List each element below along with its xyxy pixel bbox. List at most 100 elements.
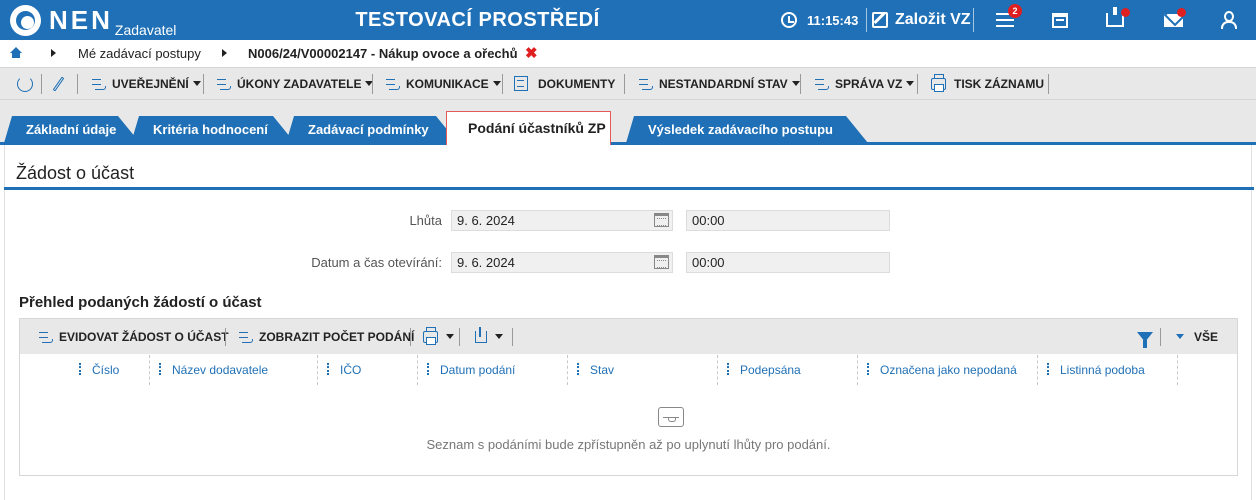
- menu-nonstandard-state-label: NESTANDARDNÍ STAV: [659, 76, 788, 91]
- column-header-supplier-name[interactable]: Název dodavatele: [172, 354, 268, 386]
- tab-evaluation-criteria[interactable]: Kritéria hodnocení: [131, 116, 295, 143]
- view-all-label: VŠE: [1194, 329, 1219, 344]
- tab-participant-submissions[interactable]: Podání účastníků ZP: [446, 111, 611, 146]
- menu-button[interactable]: 2: [990, 0, 1022, 40]
- toolbar-divider: [1160, 328, 1161, 346]
- column-menu-icon[interactable]: [327, 363, 329, 375]
- action-icon: [639, 78, 653, 90]
- print-record-button[interactable]: TISK ZÁZNAMU: [931, 68, 1044, 99]
- filter-button[interactable]: [1137, 319, 1153, 354]
- action-icon: [217, 78, 231, 90]
- calendar-icon[interactable]: [654, 255, 669, 269]
- column-menu-icon[interactable]: [727, 363, 729, 375]
- opening-label: Datum a čas otevírání:: [311, 255, 442, 270]
- column-header-status[interactable]: Stav: [590, 354, 614, 386]
- column-divider: [317, 355, 318, 385]
- caret-down-icon: [495, 334, 503, 339]
- chevron-right-icon: [51, 49, 56, 57]
- inbox-alert-dot: [1121, 8, 1130, 17]
- calendar-button[interactable]: [1045, 0, 1075, 40]
- deadline-time-value: 00:00: [692, 213, 725, 228]
- column-header-marked-not-submitted[interactable]: Označena jako nepodaná: [880, 354, 1017, 386]
- action-icon: [92, 78, 106, 90]
- deadline-time-field[interactable]: 00:00: [686, 210, 890, 231]
- grid-export-button[interactable]: [475, 319, 503, 354]
- menu-contractor-actions[interactable]: ÚKONY ZADAVATELE: [217, 68, 374, 99]
- column-header-signed[interactable]: Podepsána: [740, 354, 801, 386]
- create-contract-label: Založit VZ: [895, 11, 971, 28]
- caret-down-icon: [791, 81, 800, 86]
- column-menu-icon[interactable]: [867, 363, 869, 375]
- column-header-ico[interactable]: IČO: [340, 354, 361, 386]
- inbox-button[interactable]: [1100, 0, 1130, 40]
- toolbar-divider: [41, 74, 42, 94]
- column-menu-icon[interactable]: [79, 363, 81, 375]
- caret-down-icon: [446, 334, 454, 339]
- breadcrumb-current-procedure[interactable]: N006/24/V00002147 - Nákup ovoce a ořechů: [248, 46, 518, 61]
- opening-time-field[interactable]: 00:00: [686, 252, 890, 273]
- tab-procedure-result[interactable]: Výsledek zadávacího postupu: [626, 116, 868, 143]
- header-divider: [866, 8, 867, 32]
- column-divider: [149, 355, 150, 385]
- printer-icon: [931, 73, 946, 92]
- column-menu-icon[interactable]: [427, 363, 429, 375]
- column-divider: [717, 355, 718, 385]
- menu-contract-management-label: SPRÁVA VZ: [835, 76, 903, 91]
- user-button[interactable]: [1213, 0, 1243, 40]
- print-record-label: TISK ZÁZNAMU: [954, 76, 1044, 91]
- refresh-icon: [17, 75, 33, 92]
- action-icon: [239, 331, 253, 343]
- session-clock: 11:15:43: [781, 0, 858, 40]
- menu-publication[interactable]: UVEŘEJNĚNÍ: [92, 68, 201, 99]
- tab-tender-conditions[interactable]: Zadávací podmínky: [286, 116, 458, 143]
- breadcrumb: Mé zadávací postupy N006/24/V00002147 - …: [0, 40, 1256, 67]
- column-menu-icon[interactable]: [577, 363, 579, 375]
- mail-button[interactable]: [1158, 0, 1188, 40]
- user-icon: [1220, 11, 1237, 29]
- column-header-number[interactable]: Číslo: [92, 354, 119, 386]
- toolbar-divider: [800, 74, 801, 94]
- opening-date-field[interactable]: 9. 6. 2024: [451, 252, 673, 273]
- document-icon: [514, 76, 528, 91]
- show-submission-count-button[interactable]: ZOBRAZIT POČET PODÁNÍ: [239, 319, 414, 354]
- deadline-date-field[interactable]: 9. 6. 2024: [451, 210, 673, 231]
- menu-communication[interactable]: KOMUNIKACE: [386, 68, 501, 99]
- column-header-paper-form[interactable]: Listinná podoba: [1060, 354, 1145, 386]
- tab-basic-info[interactable]: Základní údaje: [4, 116, 140, 143]
- notification-badge: 2: [1008, 4, 1022, 18]
- view-all-select[interactable]: VŠE: [1176, 319, 1218, 354]
- menu-documents[interactable]: DOKUMENTY: [514, 68, 615, 99]
- column-menu-icon[interactable]: [1047, 363, 1049, 375]
- register-application-button[interactable]: EVIDOVAT ŽÁDOST O ÚČAST: [39, 319, 229, 354]
- edit-button[interactable]: [52, 68, 65, 99]
- toolbar-divider: [372, 74, 373, 94]
- column-divider: [1037, 355, 1038, 385]
- submissions-grid: EVIDOVAT ŽÁDOST O ÚČAST ZOBRAZIT POČET P…: [19, 318, 1238, 476]
- grid-print-button[interactable]: [423, 319, 454, 354]
- column-header-submission-date[interactable]: Datum podání: [440, 354, 515, 386]
- menu-contractor-actions-label: ÚKONY ZADAVATELE: [237, 76, 362, 91]
- toolbar-divider: [624, 74, 625, 94]
- show-submission-count-label: ZOBRAZIT POČET PODÁNÍ: [259, 329, 415, 344]
- empty-tray-icon: [658, 407, 684, 427]
- pencil-icon: [52, 76, 65, 91]
- create-contract-button[interactable]: Založit VZ: [872, 0, 971, 40]
- toolbar-divider: [203, 74, 204, 94]
- menu-nonstandard-state[interactable]: NESTANDARDNÍ STAV: [639, 68, 800, 99]
- refresh-button[interactable]: [17, 68, 33, 99]
- overview-title: Přehled podaných žádostí o účast: [19, 294, 262, 311]
- home-icon[interactable]: [10, 47, 22, 59]
- opening-time-value: 00:00: [692, 255, 725, 270]
- section-header: Žádost o účast: [4, 152, 1254, 190]
- breadcrumb-my-procedures[interactable]: Mé zadávací postupy: [78, 46, 201, 61]
- close-icon[interactable]: ✖: [525, 44, 538, 62]
- register-application-label: EVIDOVAT ŽÁDOST O ÚČAST: [59, 329, 229, 344]
- calendar-icon[interactable]: [654, 213, 669, 227]
- top-header: NEN Zadavatel TESTOVACÍ PROSTŘEDÍ 11:15:…: [0, 0, 1256, 40]
- action-icon: [386, 78, 400, 90]
- deadline-date-value: 9. 6. 2024: [457, 213, 515, 228]
- clock-time: 11:15:43: [807, 12, 859, 28]
- column-menu-icon[interactable]: [159, 363, 161, 375]
- action-icon: [39, 331, 53, 343]
- menu-contract-management[interactable]: SPRÁVA VZ: [815, 68, 915, 99]
